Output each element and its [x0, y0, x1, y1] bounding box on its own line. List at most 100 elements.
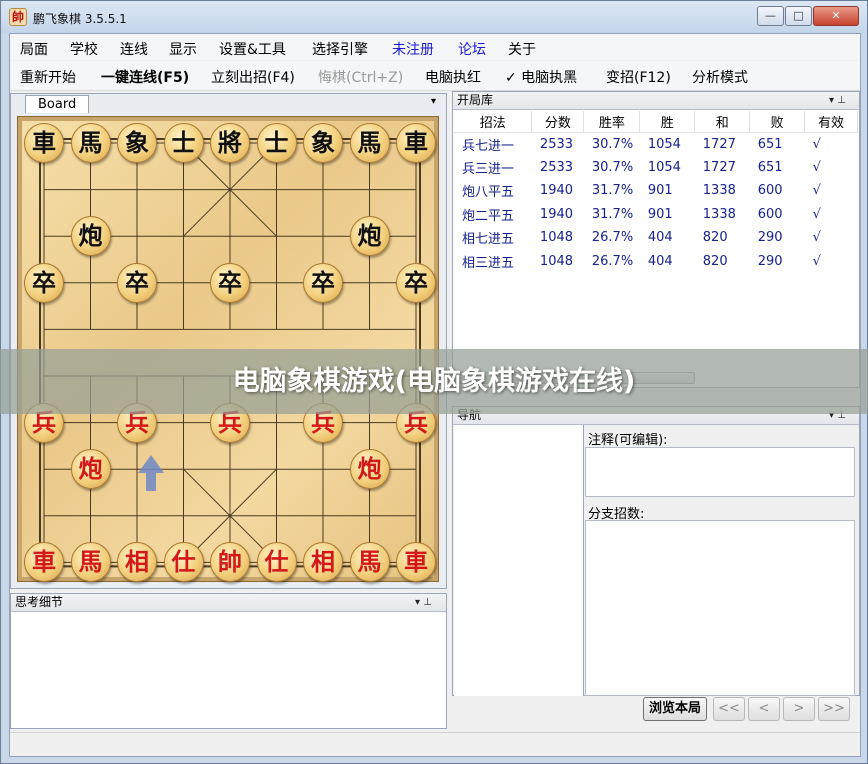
cell-draws: 1727 [702, 159, 736, 175]
piece-black[interactable]: 卒 [303, 262, 343, 303]
computer-plays-red-button[interactable]: 电脑执红 [425, 67, 481, 87]
analysis-mode-button[interactable]: 分析模式 [692, 67, 748, 87]
first-move-button[interactable]: << [713, 697, 745, 721]
one-key-connect-button[interactable]: 一键连线(F5) [101, 67, 189, 87]
piece-red[interactable]: 仕 [163, 542, 204, 583]
piece-black[interactable]: 卒 [117, 262, 157, 303]
cell-losses: 651 [757, 159, 783, 175]
menu-forum[interactable]: 论坛 [458, 39, 486, 59]
computer-plays-black-button[interactable]: ✓ 电脑执黑 [505, 67, 577, 87]
board-panel: Board ▾ 車馬象士將士象馬車炮炮卒卒卒卒卒兵兵兵兵兵炮炮車馬相仕帥仕相馬車 [10, 93, 447, 589]
table-row[interactable]: 兵七进一 2533 30.7% 1054 1727 651 √ [454, 132, 858, 156]
cell-winrate: 31.7% [591, 183, 634, 199]
opening-book-panel: 开局库 ▾ ⊥ 招法 分数 胜率 胜 和 败 有效 兵七进一 2533 30.7… [452, 91, 860, 388]
piece-black[interactable]: 車 [24, 123, 64, 163]
minimize-button[interactable]: — [757, 6, 784, 26]
move-list[interactable] [454, 425, 584, 696]
pin-icon[interactable]: ▾ ⊥ [829, 92, 846, 109]
board-tab[interactable]: Board [25, 95, 89, 113]
menu-connect[interactable]: 连线 [120, 39, 148, 59]
piece-red[interactable]: 炮 [349, 449, 390, 490]
menu-about[interactable]: 关于 [508, 39, 536, 59]
column-header-winrate[interactable]: 胜率 [583, 111, 641, 133]
thinking-details-panel: 思考细节 ▾ ⊥ [10, 593, 447, 729]
undo-button[interactable]: 悔棋(Ctrl+Z) [318, 67, 403, 87]
cell-wins: 901 [647, 183, 673, 199]
previous-move-button[interactable]: < [748, 697, 780, 721]
cell-winrate: 26.7% [591, 253, 634, 269]
menu-settings-tools[interactable]: 设置&工具 [219, 39, 286, 59]
piece-black[interactable]: 卒 [396, 262, 436, 303]
comment-label: 注释(可编辑): [588, 433, 668, 448]
cell-draws: 1338 [702, 183, 736, 199]
variation-button[interactable]: 变招(F12) [606, 67, 671, 87]
pin-icon[interactable]: ▾ ⊥ [415, 594, 432, 611]
column-header-losses[interactable]: 败 [749, 111, 806, 133]
move-hint-arrow-icon [138, 455, 164, 491]
piece-black[interactable]: 士 [163, 123, 204, 163]
column-header-move[interactable]: 招法 [454, 111, 533, 133]
cell-move: 相七进五 [462, 232, 515, 248]
cell-winrate: 30.7% [591, 136, 634, 152]
table-row[interactable]: 炮八平五 1940 31.7% 901 1338 600 √ [454, 179, 858, 203]
table-row[interactable]: 相三进五 1048 26.7% 404 820 290 √ [454, 250, 858, 274]
menu-display[interactable]: 显示 [169, 39, 197, 59]
cell-valid: √ [812, 253, 821, 269]
piece-black[interactable]: 車 [396, 123, 436, 163]
piece-red[interactable]: 炮 [70, 449, 111, 490]
table-header-row: 招法 分数 胜率 胜 和 败 有效 [454, 111, 858, 133]
next-move-button[interactable]: > [783, 697, 815, 721]
piece-black[interactable]: 卒 [210, 262, 250, 303]
menu-position[interactable]: 局面 [20, 39, 48, 59]
cell-valid: √ [812, 230, 821, 246]
menu-school[interactable]: 学校 [70, 39, 98, 59]
move-now-button[interactable]: 立刻出招(F4) [211, 67, 295, 87]
cell-valid: √ [812, 183, 821, 199]
window-title: 鹏飞象棋 3.5.5.1 [33, 12, 127, 26]
piece-black[interactable]: 馬 [70, 123, 111, 163]
close-button[interactable]: ✕ [813, 6, 859, 26]
cell-wins: 1054 [647, 159, 681, 175]
comment-textarea[interactable] [585, 447, 855, 497]
navigation-panel: 导航 ▾ ⊥ 注释(可编辑): 分支招数: [452, 406, 860, 696]
column-header-valid[interactable]: 有效 [804, 111, 858, 133]
menu-select-engine[interactable]: 选择引擎 [312, 39, 368, 59]
opening-book-header: 开局库 ▾ ⊥ [453, 92, 859, 110]
piece-black[interactable]: 炮 [70, 216, 111, 257]
table-row[interactable]: 炮二平五 1940 31.7% 901 1338 600 √ [454, 203, 858, 227]
cell-wins: 901 [647, 206, 673, 222]
piece-black[interactable]: 炮 [349, 216, 390, 257]
cell-winrate: 30.7% [591, 159, 634, 175]
maximize-button[interactable]: □ [785, 6, 812, 26]
branch-list[interactable] [585, 520, 855, 696]
piece-black[interactable]: 將 [210, 123, 250, 163]
piece-red[interactable]: 馬 [349, 542, 390, 583]
piece-black[interactable]: 卒 [24, 262, 64, 303]
cell-draws: 1338 [702, 206, 736, 222]
piece-black[interactable]: 士 [256, 123, 297, 163]
cell-score: 1048 [539, 230, 574, 246]
piece-black[interactable]: 象 [303, 123, 343, 163]
column-header-wins[interactable]: 胜 [639, 111, 696, 133]
cell-winrate: 31.7% [591, 206, 634, 222]
cell-winrate: 26.7% [591, 230, 634, 246]
piece-black[interactable]: 馬 [349, 123, 390, 163]
browse-game-button[interactable]: 浏览本局 [643, 697, 707, 721]
cell-draws: 820 [702, 253, 728, 269]
column-header-score[interactable]: 分数 [531, 111, 585, 133]
table-row[interactable]: 相七进五 1048 26.7% 404 820 290 √ [454, 226, 858, 250]
last-move-button[interactable]: >> [818, 697, 850, 721]
cell-move: 兵七进一 [462, 138, 515, 154]
table-row[interactable]: 兵三进一 2533 30.7% 1054 1727 651 √ [454, 156, 858, 180]
opening-book-title: 开局库 [457, 93, 494, 107]
cell-move: 相三进五 [462, 255, 515, 271]
title-bar[interactable]: 帥 鹏飞象棋 3.5.5.1 — □ ✕ [1, 1, 867, 33]
menu-unregistered[interactable]: 未注册 [392, 39, 434, 59]
column-header-draws[interactable]: 和 [694, 111, 751, 133]
restart-button[interactable]: 重新开始 [20, 67, 76, 87]
cell-score: 2533 [539, 136, 574, 152]
piece-black[interactable]: 象 [117, 123, 157, 163]
panel-menu-icon[interactable]: ▾ [431, 96, 436, 107]
piece-red[interactable]: 馬 [70, 542, 111, 583]
piece-red[interactable]: 仕 [256, 542, 297, 583]
